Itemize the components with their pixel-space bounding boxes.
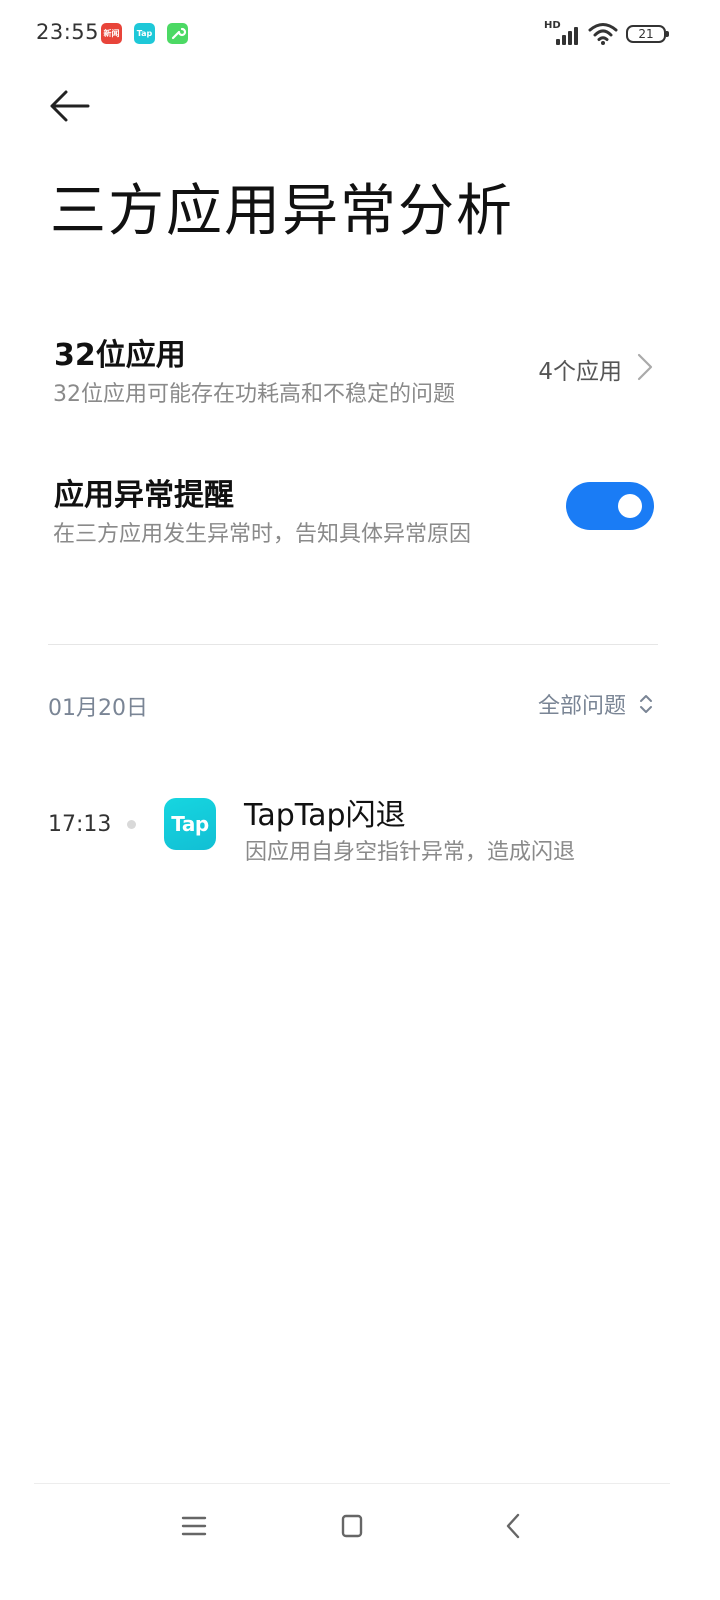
menu-icon <box>181 1516 207 1536</box>
event-description: 因应用自身空指针异常，造成闪退 <box>245 840 576 865</box>
apps-32bit-row[interactable]: 32位应用 32位应用可能存在功耗高和不稳定的问题 4个应用 <box>0 322 720 422</box>
back-icon <box>506 1513 520 1539</box>
wrench-icon <box>171 27 187 40</box>
home-icon <box>341 1514 363 1538</box>
chevron-right-icon <box>637 353 653 381</box>
cellular-signal-icon: HD <box>544 20 578 48</box>
section-divider <box>48 644 658 645</box>
tool-app-icon <box>167 23 188 44</box>
abnormal-alert-toggle[interactable] <box>566 482 654 530</box>
abnormal-alert-row: 应用异常提醒 在三方应用发生异常时，告知具体异常原因 <box>0 462 720 562</box>
issue-filter-dropdown[interactable]: 全部问题 <box>538 688 654 720</box>
wifi-icon <box>588 23 618 45</box>
abnormal-alert-title: 应用异常提醒 <box>54 478 234 513</box>
nav-back-button[interactable] <box>494 1508 534 1544</box>
page-title: 三方应用异常分析 <box>50 179 514 244</box>
apps-32bit-count: 4个应用 <box>538 359 622 385</box>
arrow-left-icon <box>50 90 90 122</box>
timeline-dot <box>127 820 136 829</box>
filter-label: 全部问题 <box>537 694 626 719</box>
back-button[interactable] <box>48 86 94 126</box>
abnormal-alert-subtitle: 在三方应用发生异常时，告知具体异常原因 <box>53 522 472 547</box>
event-title: TapTap闪退 <box>244 798 406 833</box>
taptap-app-icon: Tap <box>164 798 216 850</box>
toggle-knob <box>618 494 642 518</box>
taptap-notification-icon: Tap <box>134 23 155 44</box>
recents-button[interactable] <box>174 1508 214 1544</box>
news-app-icon: 新闻 <box>101 23 122 44</box>
sort-updown-icon <box>640 695 652 713</box>
battery-level: 21 <box>638 27 654 41</box>
apps-32bit-title: 32位应用 <box>54 338 186 373</box>
apps-32bit-subtitle: 32位应用可能存在功耗高和不稳定的问题 <box>53 382 455 407</box>
event-time: 17:13 <box>48 812 112 837</box>
battery-icon: 21 <box>626 25 669 43</box>
system-nav-bar <box>0 1490 720 1570</box>
status-bar: 23:55 新闻 Tap HD 21 <box>0 0 720 70</box>
log-date: 01月20日 <box>48 696 148 721</box>
list-item[interactable]: 17:13 Tap TapTap闪退 因应用自身空指针异常，造成闪退 <box>0 780 720 880</box>
nav-divider <box>34 1483 670 1484</box>
status-indicators: HD 21 <box>544 20 669 48</box>
status-time: 23:55 <box>36 20 100 44</box>
home-button[interactable] <box>332 1508 372 1544</box>
